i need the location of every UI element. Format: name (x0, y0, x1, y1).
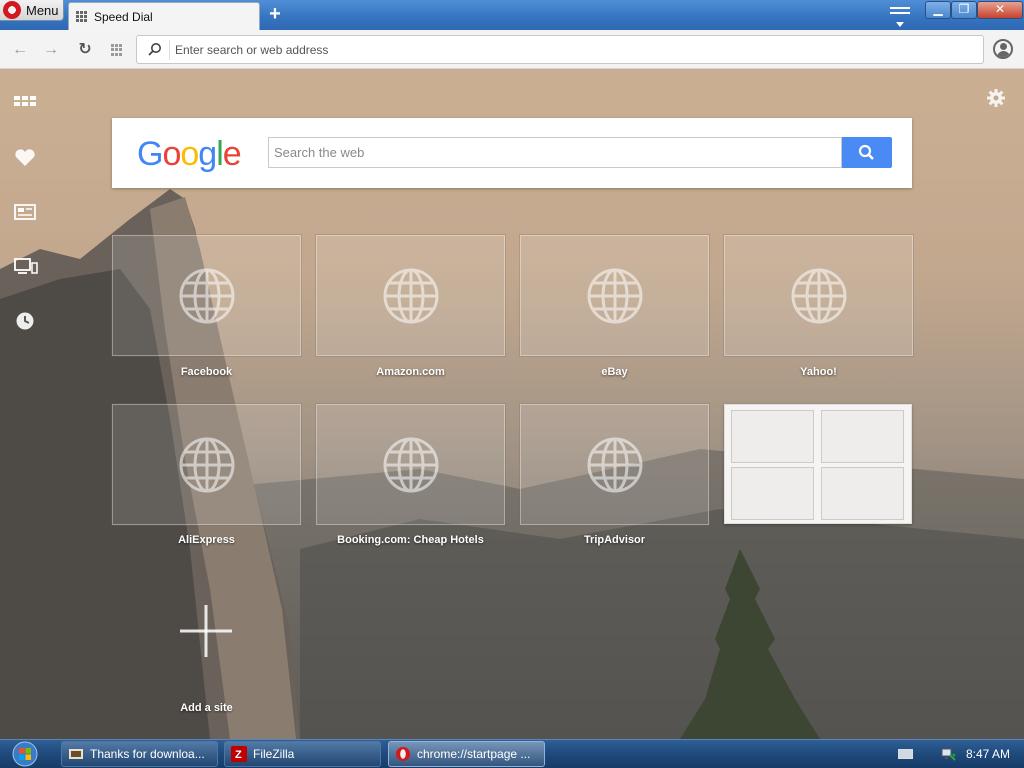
speed-dial-tile-booking[interactable] (316, 404, 505, 525)
start-button[interactable] (8, 740, 42, 768)
filezilla-icon: Z (231, 746, 247, 762)
speed-dial-tab-icon (76, 10, 88, 23)
web-search-input[interactable] (269, 138, 829, 167)
opera-icon (396, 747, 410, 761)
tile-label: Facebook (180, 366, 233, 378)
maximize-button[interactable]: ❐ (951, 1, 977, 19)
google-logo-letter: G (137, 135, 163, 173)
filezilla-download-icon (69, 749, 83, 759)
speed-dial-tile-tripadvisor[interactable] (520, 404, 709, 525)
globe-icon (587, 268, 643, 324)
google-logo: Google (137, 135, 242, 174)
news-icon[interactable] (14, 204, 38, 224)
speed-dial-button[interactable] (108, 40, 128, 60)
address-separator (169, 40, 170, 60)
folder-thumbnail (731, 467, 814, 520)
globe-icon (791, 268, 847, 324)
tab-speed-dial[interactable]: Speed Dial (68, 2, 260, 30)
web-search-field[interactable] (268, 137, 842, 168)
close-button[interactable]: ✕ (977, 1, 1023, 19)
web-search-button[interactable] (842, 137, 892, 168)
tab-title: Speed Dial (94, 9, 153, 24)
tile-label: Booking.com: Cheap Hotels (337, 534, 484, 546)
add-site-label[interactable]: Add a site (112, 702, 301, 714)
folder-thumbnail (731, 410, 814, 463)
history-clock-icon[interactable] (14, 311, 38, 331)
taskbar-button-label: chrome://startpage ... (417, 747, 531, 761)
menu-button-label: Menu (26, 2, 59, 18)
folder-thumbnail (821, 467, 904, 520)
add-site-plus-icon[interactable] (180, 605, 232, 657)
taskbar-button-label: FileZilla (253, 747, 295, 761)
speed-dial-tile-ebay[interactable] (520, 235, 709, 356)
google-logo-letter: o (162, 135, 181, 173)
opera-logo-icon (3, 1, 21, 19)
globe-icon (383, 268, 439, 324)
tile-label: eBay (601, 366, 628, 378)
google-logo-letter: e (222, 135, 242, 173)
google-search-widget: Google (112, 118, 912, 188)
back-button[interactable]: ← (10, 40, 30, 60)
speed-dial-tile-aliexpress[interactable] (112, 404, 301, 525)
address-bar[interactable] (136, 35, 984, 64)
search-icon (148, 43, 161, 56)
speed-dial-tile-amazon[interactable] (316, 235, 505, 356)
taskbar-button-opera[interactable]: chrome://startpage ... (388, 741, 545, 767)
speed-dial-page: Google Facebook Amazon.com eBay Yahoo! A… (0, 69, 1024, 739)
taskbar-button-label: Thanks for downloa... (90, 747, 205, 761)
windows-taskbar: Thanks for downloa... Z FileZilla chrome… (0, 739, 1024, 768)
minimize-button[interactable]: ▁ (925, 1, 951, 19)
google-logo-letter: g (198, 135, 217, 173)
tile-label: AliExpress (178, 534, 235, 546)
reload-button[interactable]: ↻ (75, 40, 95, 60)
globe-icon (179, 437, 235, 493)
tab-menu-icon[interactable] (890, 7, 910, 27)
forward-button[interactable]: → (41, 40, 61, 60)
navigation-toolbar: ← → ↻ (0, 30, 1024, 69)
globe-icon (383, 437, 439, 493)
taskbar-button-filezilla[interactable]: Z FileZilla (224, 741, 381, 767)
tile-label: Yahoo! (800, 366, 837, 378)
magnifier-icon (858, 144, 874, 160)
account-icon[interactable] (993, 39, 1013, 59)
heart-icon[interactable] (14, 149, 38, 169)
globe-icon (179, 268, 235, 324)
taskbar-clock[interactable]: 8:47 AM (966, 747, 1010, 761)
tile-label: Amazon.com (376, 366, 445, 378)
keyboard-tray-icon[interactable] (898, 749, 913, 759)
opera-menu-button[interactable]: Menu (0, 0, 64, 21)
folder-thumbnail (821, 410, 904, 463)
network-tray-icon[interactable] (940, 746, 956, 762)
tile-label: TripAdvisor (583, 534, 646, 546)
speed-dial-tile-yahoo[interactable] (724, 235, 913, 356)
speed-dial-folder[interactable] (724, 404, 912, 524)
grid-icon (111, 44, 123, 56)
globe-icon (587, 437, 643, 493)
speed-dial-tile-facebook[interactable] (112, 235, 301, 356)
devices-icon[interactable] (14, 258, 38, 278)
google-logo-letter: o (180, 135, 199, 173)
settings-gear-icon[interactable] (986, 88, 1006, 108)
window-title-bar: Menu Speed Dial + ▁ ❐ ✕ (0, 0, 1024, 30)
speed-dial-grid-icon[interactable] (14, 96, 38, 116)
taskbar-button-download[interactable]: Thanks for downloa... (61, 741, 218, 767)
address-input[interactable] (175, 40, 955, 60)
new-tab-button[interactable]: + (266, 4, 284, 24)
svg-text:Z: Z (235, 749, 242, 761)
